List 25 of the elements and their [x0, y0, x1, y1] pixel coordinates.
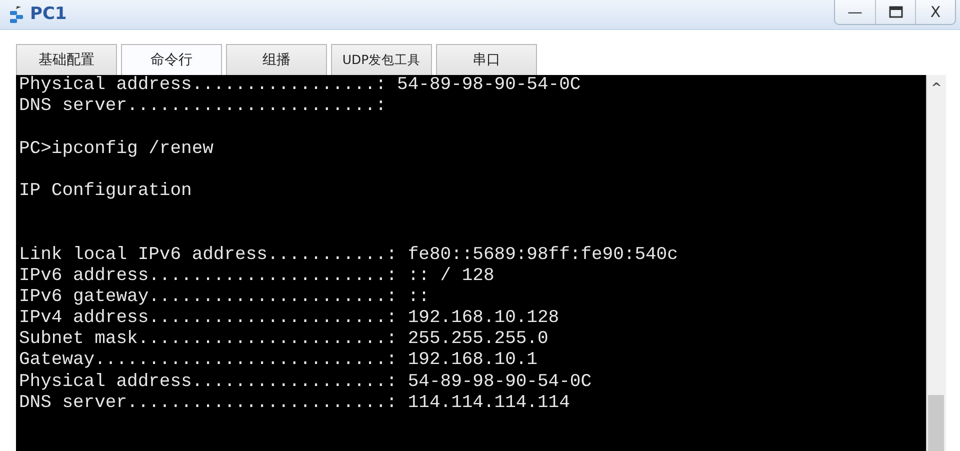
terminal-line: PC>ipconfig /renew	[19, 138, 214, 160]
terminal-line: DNS server.......................:	[19, 96, 388, 118]
network-icon	[8, 4, 26, 24]
terminal-line: Link local IPv6 address...........: fe80::5689:98ff:fe90:540c	[19, 244, 679, 266]
scrollbar-thumb[interactable]	[928, 395, 944, 451]
terminal-line: Subnet mask.......................: 255.255.255.0	[19, 329, 550, 350]
minimize-button[interactable]: —	[835, 0, 875, 24]
close-button[interactable]: X	[915, 0, 955, 24]
terminal-line: IPv4 address......................: 192.168.10.128	[19, 308, 560, 330]
terminal-line: IP Configuration	[19, 180, 193, 202]
terminal-line: DNS server........................: 114.114.114.114	[19, 392, 571, 414]
scrollbar[interactable]: ^	[926, 75, 946, 451]
terminal-line: Gateway...........................: 192.168.10.1	[19, 350, 538, 372]
tab[interactable]: 基础配置	[16, 44, 117, 75]
scroll-up-button[interactable]: ^	[927, 78, 946, 100]
terminal-line: Physical address.................: 54-89-98-90-54-0C	[19, 75, 582, 96]
terminal-line: IPv6 address......................: :: / 128	[19, 266, 496, 287]
tab[interactable]: 组播	[226, 44, 327, 75]
terminal-line: IPv6 gateway......................: ::	[19, 286, 430, 308]
tab[interactable]: 串口	[436, 44, 537, 75]
tab[interactable]: 命令行	[121, 44, 222, 75]
tab[interactable]: UDP发包工具	[331, 44, 432, 75]
maximize-icon	[888, 6, 902, 18]
window-title: PC1	[30, 2, 67, 26]
terminal-line: Physical address..................: 54-89-98-90-54-0C	[19, 372, 592, 393]
